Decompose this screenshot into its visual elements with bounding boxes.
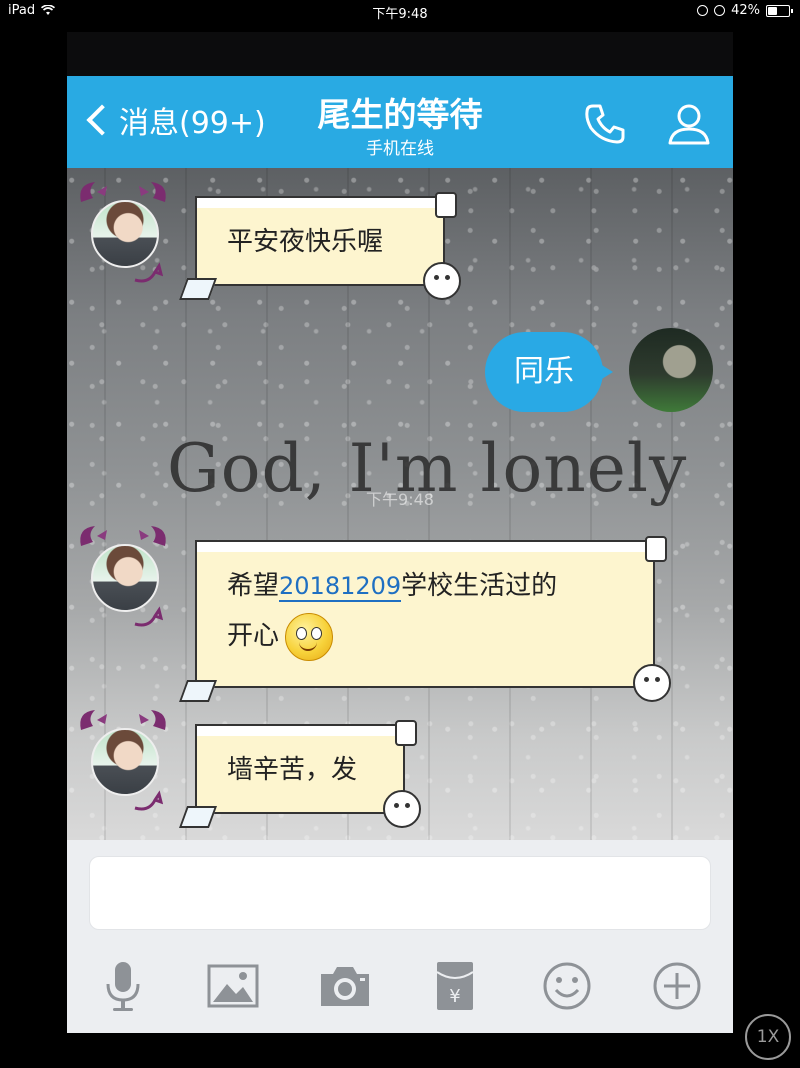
- message-list[interactable]: God, I'm lonely 下午9:48 平安夜快乐喔 同乐 希望20181…: [67, 168, 733, 840]
- bubble-tape: [195, 724, 405, 736]
- message-bubble[interactable]: 希望20181209学校生活过的 开心: [178, 536, 671, 702]
- nav-bar: 消息(99+) 尾生的等待 手机在线: [67, 76, 733, 168]
- camera-icon[interactable]: [317, 958, 373, 1014]
- status-time: 下午9:48: [372, 7, 428, 22]
- message-text: 同乐: [514, 354, 574, 389]
- devil-tail-icon: [134, 790, 163, 811]
- bubble-roll: [645, 536, 667, 562]
- user-icon[interactable]: [663, 98, 715, 150]
- image-icon[interactable]: [205, 958, 261, 1014]
- emoji-icon[interactable]: [539, 958, 595, 1014]
- message-text: 学校生活过的: [401, 571, 558, 601]
- input-bar: ¥: [67, 840, 733, 1033]
- phone-icon[interactable]: [579, 98, 631, 150]
- sent-message-bubble[interactable]: 同乐: [485, 332, 613, 412]
- contact-avatar-group: [73, 710, 173, 814]
- battery-icon: [766, 4, 793, 17]
- contact-name: 尾生的等待: [317, 95, 483, 134]
- smiley-emoji-icon: [285, 612, 334, 661]
- status-bar: iPad 下午9:48 42%: [0, 0, 800, 22]
- message-text: 希望: [227, 571, 280, 601]
- devil-tail-icon: [134, 606, 163, 627]
- message-bubble[interactable]: 平安夜快乐喔: [178, 192, 461, 300]
- bubble-face-icon: [423, 262, 461, 300]
- message-bubble[interactable]: 墙辛苦，发: [178, 720, 421, 828]
- bubble-roll: [395, 720, 417, 746]
- red-packet-icon[interactable]: ¥: [427, 958, 483, 1014]
- my-avatar[interactable]: [629, 328, 713, 412]
- bubble-face-icon: [633, 664, 671, 702]
- contact-avatar-group: [73, 182, 173, 286]
- battery-percent: 42%: [731, 3, 760, 18]
- bubble-tape: [195, 540, 655, 552]
- svg-text:¥: ¥: [449, 986, 460, 1007]
- contact-avatar[interactable]: [91, 728, 159, 796]
- message-line: 希望20181209学校生活过的: [227, 560, 627, 612]
- contact-avatar-group: [73, 526, 173, 630]
- alarm-icon: [714, 5, 726, 16]
- message-timestamp: 下午9:48: [366, 490, 434, 509]
- message-text: 开心: [227, 621, 280, 651]
- microphone-icon[interactable]: [95, 958, 151, 1014]
- bubble-face-icon: [383, 790, 421, 828]
- input-toolbar: ¥: [67, 958, 733, 1018]
- contact-avatar[interactable]: [91, 200, 159, 268]
- emoji-mouth: [299, 640, 318, 651]
- message-text: 平安夜快乐喔: [227, 227, 384, 257]
- online-status: 手机在线: [366, 139, 434, 159]
- bubble-tape: [195, 196, 445, 208]
- zoom-button[interactable]: 1X: [745, 1014, 791, 1060]
- bubble-roll: [435, 192, 457, 218]
- contact-avatar[interactable]: [91, 544, 159, 612]
- plus-icon[interactable]: [649, 958, 705, 1014]
- battery-fill: [768, 6, 778, 15]
- message-line: 开心: [227, 612, 627, 661]
- message-text: 墙辛苦，发: [227, 755, 358, 785]
- rotation-lock-icon: [697, 5, 709, 16]
- chat-window: 消息(99+) 尾生的等待 手机在线 God, I'm lonely 下午9:4…: [67, 32, 733, 1033]
- devil-tail-icon: [134, 262, 163, 283]
- date-link[interactable]: 20181209: [279, 572, 402, 602]
- message-input[interactable]: [89, 856, 711, 930]
